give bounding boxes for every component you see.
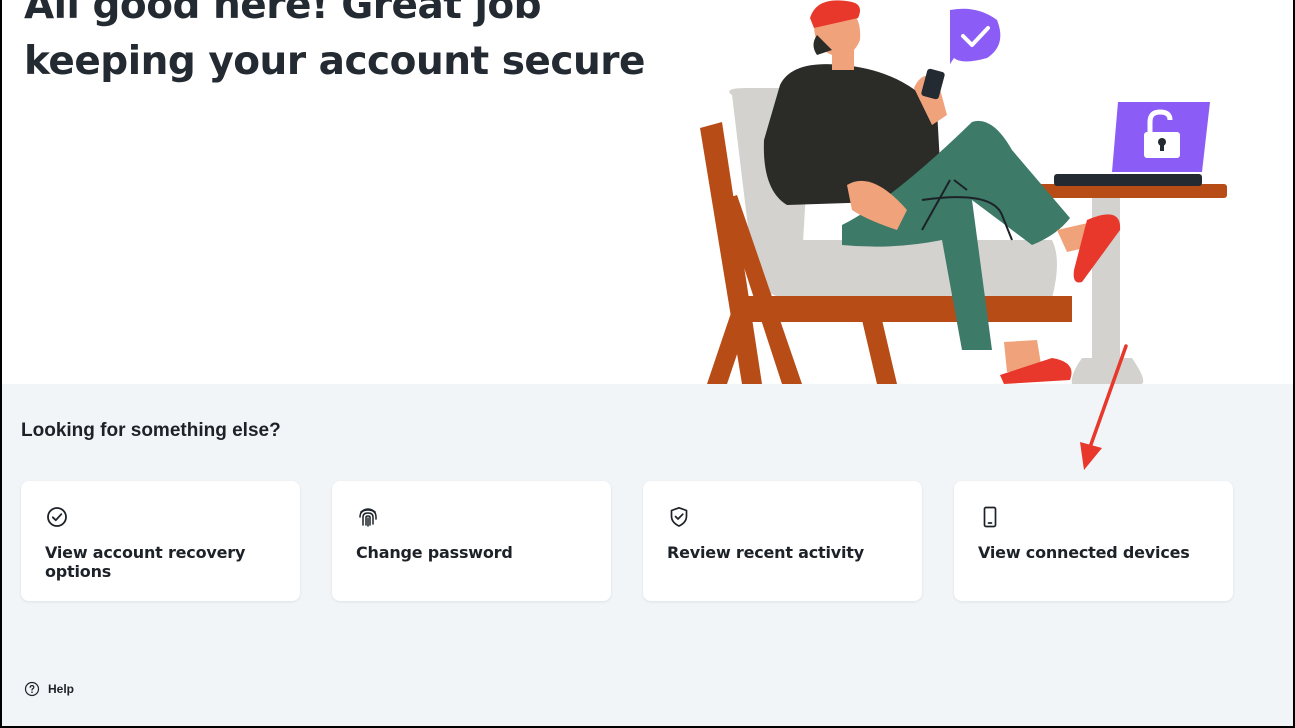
section-heading: Looking for something else? [21, 420, 281, 441]
card-label: View account recovery options [45, 543, 246, 581]
help-label: Help [48, 682, 75, 696]
question-circle-icon [24, 681, 40, 697]
change-password-card[interactable]: Change password [332, 481, 611, 601]
shield-check-icon [670, 506, 688, 527]
account-recovery-card[interactable]: View account recovery options [21, 481, 300, 601]
page-frame: All good here! Great job keeping your ac… [0, 0, 1295, 728]
help-link[interactable]: Help [24, 681, 74, 697]
relaxing-person-illustration [700, 0, 1227, 384]
check-circle-icon [47, 507, 67, 527]
annotation-arrow [1080, 344, 1128, 470]
fingerprint-icon [359, 508, 377, 527]
card-label: View connected devices [978, 543, 1190, 562]
card-label: Review recent activity [667, 543, 864, 562]
connected-devices-card[interactable]: View connected devices [954, 481, 1233, 601]
hero-section: All good here! Great job keeping your ac… [2, 0, 1293, 384]
recent-activity-card[interactable]: Review recent activity [643, 481, 922, 601]
phone-device-icon [983, 506, 997, 528]
card-label: Change password [356, 543, 513, 562]
page-title: All good here! Great job keeping your ac… [24, 0, 645, 84]
